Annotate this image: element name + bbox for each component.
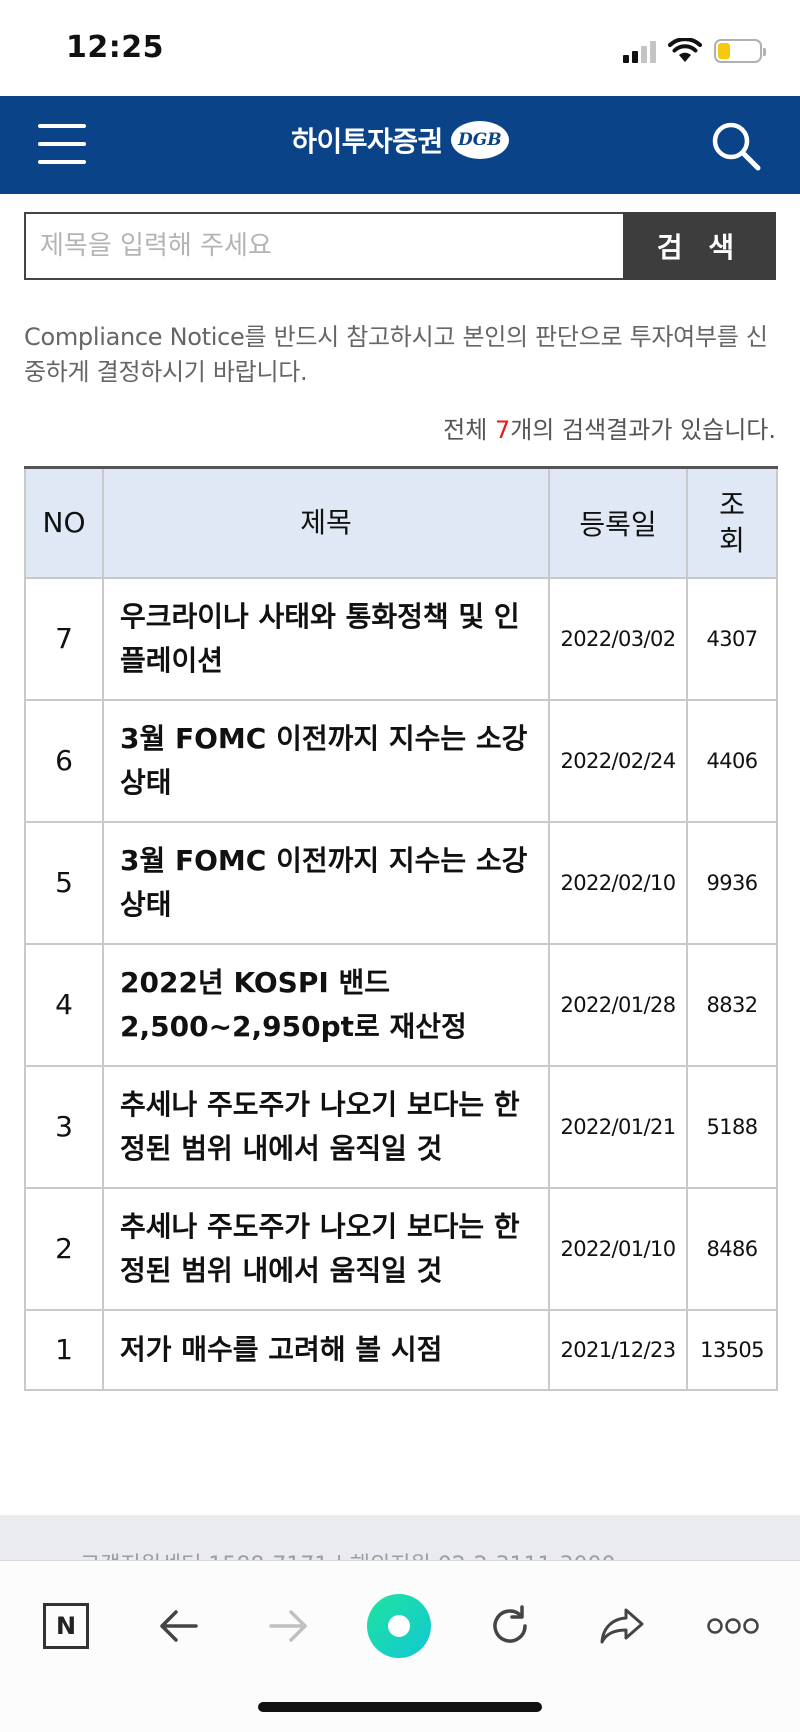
table-row[interactable]: 4 2022년 KOSPI 밴드 2,500~2,950pt로 재산정 2022…	[24, 942, 778, 1067]
header-views: 조회	[686, 466, 778, 579]
row-title-link[interactable]: 2022년 KOSPI 밴드 2,500~2,950pt로 재산정	[102, 942, 550, 1067]
status-time: 12:25	[66, 30, 164, 65]
row-no: 2	[24, 1186, 104, 1311]
row-title-link[interactable]: 3월 FOMC 이전까지 지수는 소강상태	[102, 698, 550, 823]
brand-name: 하이투자증권	[291, 125, 443, 158]
compliance-notice: Compliance Notice를 반드시 참고하시고 본인의 판단으로 투자…	[24, 323, 768, 386]
header-date: 등록일	[548, 466, 688, 579]
brand-logo[interactable]: 하이투자증권 DGB	[0, 120, 800, 160]
row-date: 2022/01/10	[548, 1186, 688, 1311]
row-no: 4	[24, 942, 104, 1067]
search-button[interactable]: 검 색	[623, 212, 776, 280]
naver-n-label: N	[43, 1603, 89, 1649]
row-date: 2022/02/10	[548, 820, 688, 945]
table-header-row: NO 제목 등록일 조회	[24, 466, 778, 579]
row-title-link[interactable]: 저가 매수를 고려해 볼 시점	[102, 1308, 550, 1391]
row-views: 13505	[686, 1308, 778, 1391]
row-date: 2022/01/21	[548, 1064, 688, 1189]
search-form: 검 색	[24, 212, 776, 280]
search-icon[interactable]	[708, 118, 764, 174]
result-count-prefix: 전체	[443, 416, 495, 444]
row-no: 1	[24, 1308, 104, 1391]
result-count-suffix: 개의 검색결과가 있습니다.	[510, 416, 776, 444]
row-no: 3	[24, 1064, 104, 1189]
row-views: 9936	[686, 820, 778, 945]
row-views: 4406	[686, 698, 778, 823]
results-table: NO 제목 등록일 조회 7 우크라이나 사태와 통화정책 및 인플레이션 20…	[24, 466, 778, 1391]
more-icon[interactable]	[698, 1591, 768, 1661]
status-icons	[623, 36, 766, 66]
footer-strip: 고객지원센터 1588-7171 | 해외지원 02-2-3111-3000	[0, 1515, 800, 1560]
table-row[interactable]: 6 3월 FOMC 이전까지 지수는 소강상태 2022/02/24 4406	[24, 698, 778, 823]
row-no: 5	[24, 820, 104, 945]
row-views: 4307	[686, 576, 778, 701]
row-date: 2022/02/24	[548, 698, 688, 823]
row-views: 8832	[686, 942, 778, 1067]
app-header: 하이투자증권 DGB	[0, 96, 800, 194]
footer-contact-text: 고객지원센터 1588-7171 | 해외지원 02-2-3111-3000	[80, 1547, 615, 1560]
table-row[interactable]: 5 3월 FOMC 이전까지 지수는 소강상태 2022/02/10 9936	[24, 820, 778, 945]
row-views: 8486	[686, 1186, 778, 1311]
row-views: 5188	[686, 1064, 778, 1189]
wifi-icon	[668, 38, 702, 62]
row-no: 6	[24, 698, 104, 823]
row-title-link[interactable]: 추세나 주도주가 나오기 보다는 한정된 범위 내에서 움직일 것	[102, 1064, 550, 1189]
table-row[interactable]: 3 추세나 주도주가 나오기 보다는 한정된 범위 내에서 움직일 것 2022…	[24, 1064, 778, 1189]
dgb-badge-icon: DGB	[450, 121, 509, 159]
row-date: 2022/03/02	[548, 576, 688, 701]
row-title-link[interactable]: 3월 FOMC 이전까지 지수는 소강상태	[102, 820, 550, 945]
header-views-label: 조회	[719, 487, 745, 557]
naver-n-icon[interactable]: N	[31, 1591, 101, 1661]
table-row[interactable]: 7 우크라이나 사태와 통화정책 및 인플레이션 2022/03/02 4307	[24, 576, 778, 701]
row-date: 2021/12/23	[548, 1308, 688, 1391]
forward-arrow-icon[interactable]	[254, 1591, 324, 1661]
header-title: 제목	[102, 466, 550, 579]
table-row[interactable]: 2 추세나 주도주가 나오기 보다는 한정된 범위 내에서 움직일 것 2022…	[24, 1186, 778, 1311]
row-no: 7	[24, 576, 104, 701]
result-count-number: 7	[494, 416, 511, 444]
status-bar: 12:25	[0, 0, 800, 96]
row-title-link[interactable]: 우크라이나 사태와 통화정책 및 인플레이션	[102, 576, 550, 701]
reload-icon[interactable]	[475, 1591, 545, 1661]
home-circle-icon[interactable]	[364, 1591, 434, 1661]
share-icon[interactable]	[587, 1591, 657, 1661]
row-title-link[interactable]: 추세나 주도주가 나오기 보다는 한정된 범위 내에서 움직일 것	[102, 1186, 550, 1311]
back-arrow-icon[interactable]	[143, 1591, 213, 1661]
home-indicator[interactable]	[258, 1702, 542, 1712]
cellular-signal-icon	[623, 39, 656, 63]
result-count: 전체 7개의 검색결과가 있습니다.	[443, 410, 776, 445]
header-no: NO	[24, 466, 104, 579]
table-row[interactable]: 1 저가 매수를 고려해 볼 시점 2021/12/23 13505	[24, 1308, 778, 1391]
search-input[interactable]	[24, 212, 623, 280]
battery-icon	[714, 39, 766, 63]
row-date: 2022/01/28	[548, 942, 688, 1067]
